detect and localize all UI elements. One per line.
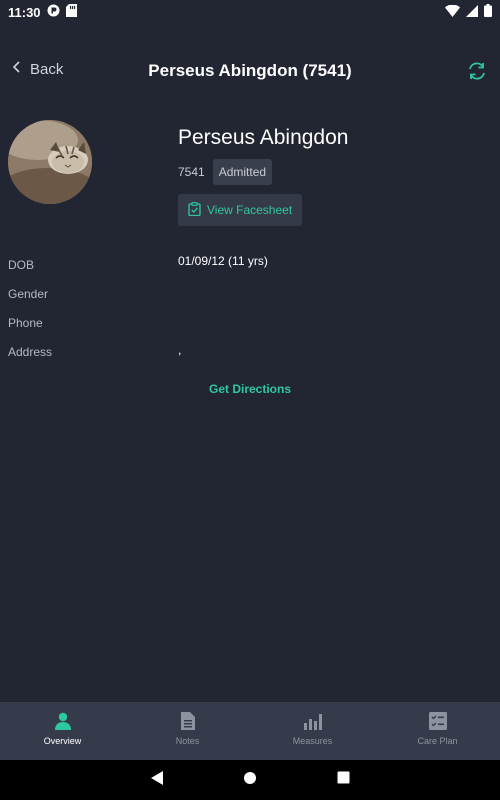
tab-care-plan[interactable]: Care Plan	[375, 702, 500, 760]
tab-care-plan-label: Care Plan	[417, 736, 458, 746]
tab-overview-label: Overview	[43, 736, 82, 746]
view-facesheet-button[interactable]: View Facesheet	[178, 194, 303, 226]
address-label: Address	[8, 345, 53, 359]
wifi-icon	[445, 4, 460, 20]
battery-icon	[484, 4, 492, 20]
tab-notes[interactable]: Notes	[125, 702, 250, 760]
person-icon	[53, 710, 73, 732]
clipboard-icon	[188, 201, 201, 219]
bar-chart-icon	[303, 710, 323, 732]
tab-measures-label: Measures	[292, 736, 333, 746]
checklist-icon	[428, 710, 447, 732]
bottom-nav: Overview Notes Measures Care Plan	[0, 702, 500, 760]
system-nav-bar	[0, 760, 500, 800]
system-recents-button[interactable]	[328, 765, 358, 795]
address-value: ,	[178, 343, 182, 357]
status-badge: Admitted	[212, 159, 273, 185]
avatar	[8, 120, 92, 204]
tab-notes-label: Notes	[175, 736, 200, 746]
status-bar: 11:30	[0, 0, 500, 24]
sd-card-icon	[65, 4, 77, 20]
patient-id-row: 7541 Admitted	[178, 159, 273, 185]
triangle-back-icon	[150, 770, 164, 791]
signal-icon	[466, 4, 478, 20]
system-back-button[interactable]	[142, 765, 172, 795]
system-home-button[interactable]	[235, 765, 265, 795]
tab-overview[interactable]: Overview	[0, 702, 125, 760]
dob-label: DOB	[8, 258, 35, 272]
view-facesheet-label: View Facesheet	[207, 203, 293, 217]
circle-home-icon	[243, 771, 257, 790]
get-directions-link[interactable]: Get Directions	[0, 382, 500, 396]
document-icon	[180, 710, 196, 732]
phone-label: Phone	[8, 316, 43, 330]
app-header: Back Perseus Abingdon (7541)	[0, 52, 500, 90]
page-title: Perseus Abingdon (7541)	[148, 61, 352, 80]
tab-measures[interactable]: Measures	[250, 702, 375, 760]
refresh-icon	[466, 62, 488, 86]
square-recents-icon	[337, 771, 350, 789]
status-time: 11:30	[8, 4, 41, 20]
patient-name: Perseus Abingdon	[178, 126, 349, 149]
gender-label: Gender	[8, 287, 49, 301]
sync-button[interactable]	[466, 60, 488, 87]
patient-id: 7541	[178, 165, 205, 179]
app-notification-icon	[47, 4, 60, 20]
dob-value: 01/09/12 (11 yrs)	[178, 254, 268, 268]
